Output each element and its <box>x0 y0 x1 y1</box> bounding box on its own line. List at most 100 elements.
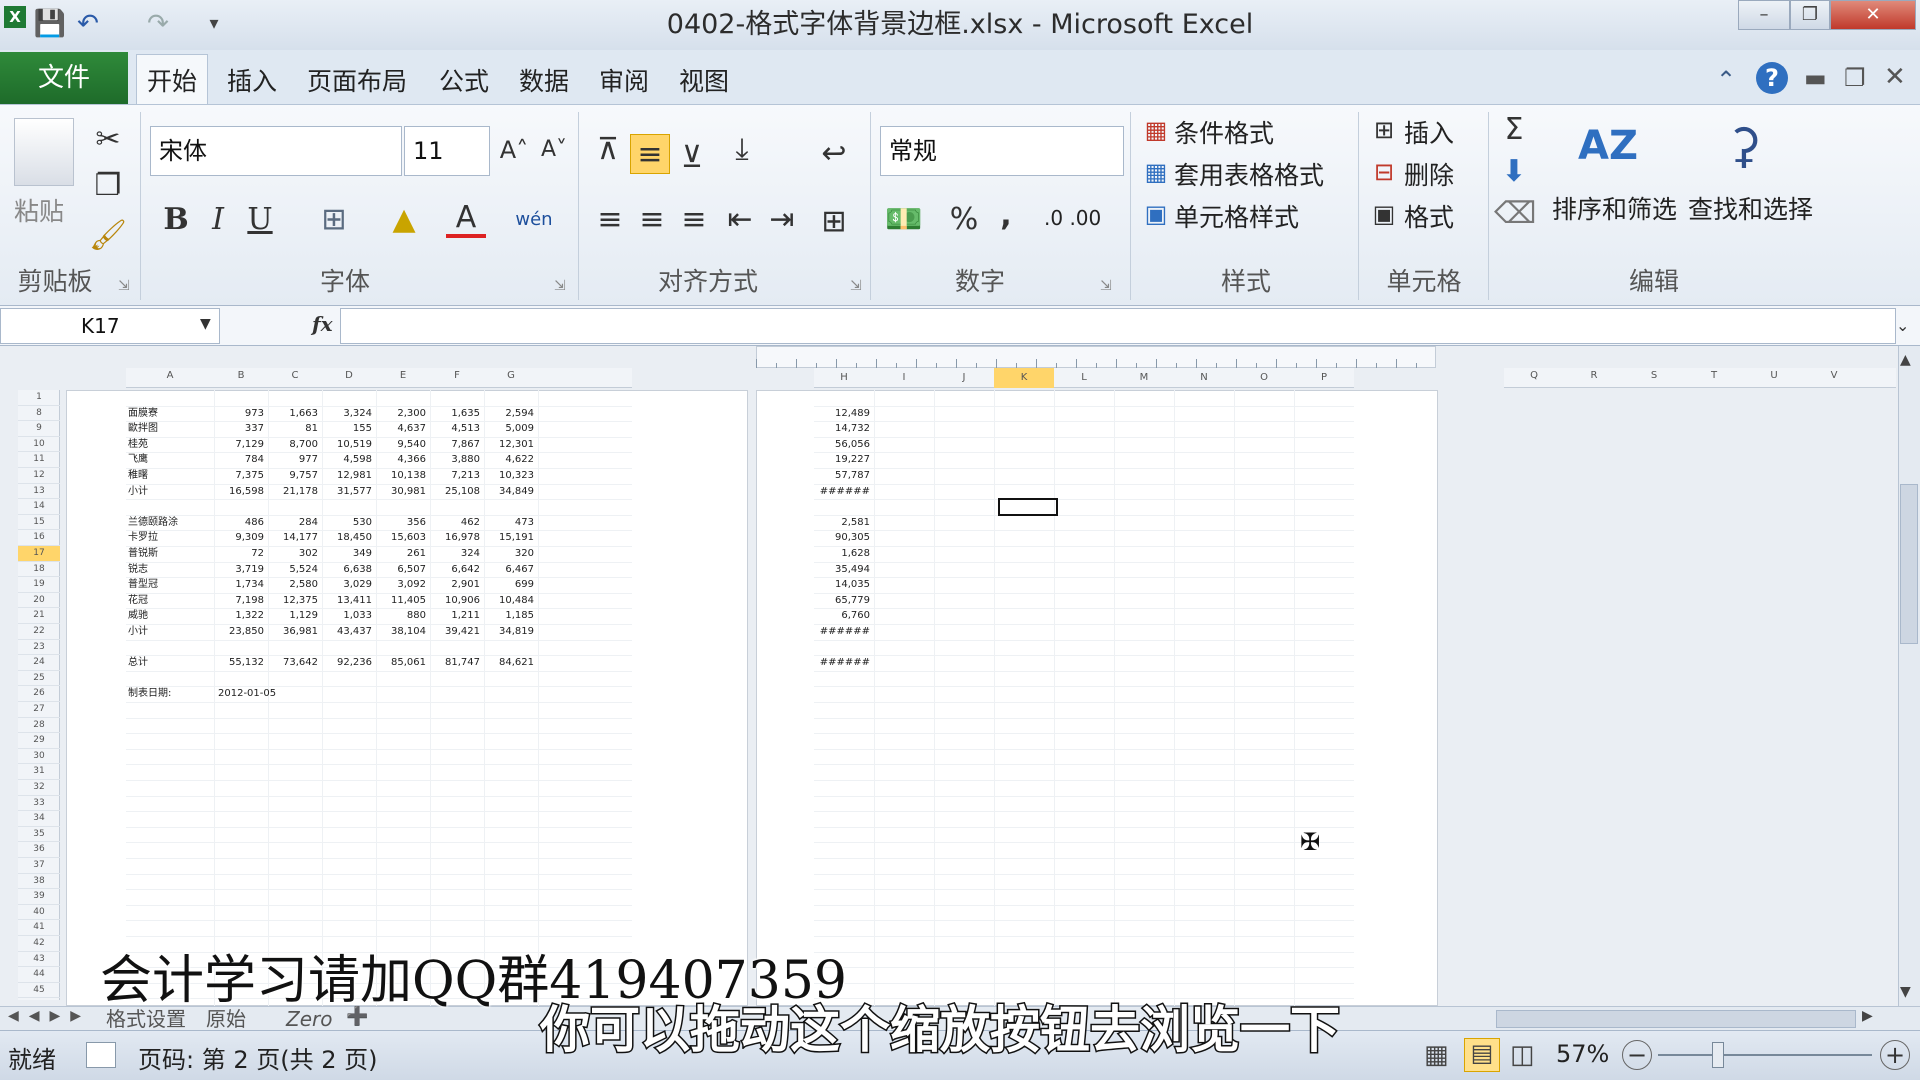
cell-styles-button[interactable]: 单元格样式 <box>1174 198 1299 234</box>
wrap-text-icon[interactable]: ↩ <box>814 134 854 174</box>
cell-value[interactable]: 25,108 <box>430 484 480 500</box>
row-label[interactable]: 总计 <box>128 655 148 671</box>
align-center-icon[interactable]: ≡ <box>632 200 672 240</box>
cell-value-h[interactable]: 57,787 <box>814 468 870 484</box>
formula-input[interactable] <box>340 308 1896 344</box>
restore-button[interactable]: ❐ <box>1790 0 1830 30</box>
cell-value[interactable]: 34,819 <box>484 624 534 640</box>
scroll-right-icon[interactable]: ▶ <box>1862 1008 1873 1024</box>
cell-value[interactable]: 324 <box>430 546 480 562</box>
cell-value[interactable]: 16,598 <box>214 484 264 500</box>
cell-value[interactable]: 6,507 <box>376 562 426 578</box>
tab-home[interactable]: 开始 <box>136 62 208 102</box>
cell-value[interactable]: 3,324 <box>322 406 372 422</box>
tab-insert[interactable]: 插入 <box>220 62 284 102</box>
phonetic-button[interactable]: wén <box>514 200 554 240</box>
cell-value[interactable]: 784 <box>214 452 264 468</box>
cell-value[interactable]: 13,411 <box>322 593 372 609</box>
cell-value[interactable]: 1,033 <box>322 608 372 624</box>
cell-value[interactable]: 473 <box>484 515 534 531</box>
macro-record-icon[interactable] <box>86 1042 116 1068</box>
cell-value[interactable]: 1,211 <box>430 608 480 624</box>
font-launcher-icon[interactable]: ⇲ <box>554 278 566 294</box>
cell-value[interactable]: 880 <box>376 608 426 624</box>
row-number[interactable]: 41 <box>18 920 60 936</box>
cell-value[interactable]: 84,621 <box>484 655 534 671</box>
row-number[interactable]: 18 <box>18 562 60 578</box>
minimize-ribbon-icon[interactable]: ⌃ <box>1716 66 1736 94</box>
row-number[interactable]: 43 <box>18 952 60 968</box>
align-middle-icon[interactable]: ≡ <box>630 134 670 174</box>
cell-value[interactable]: 10,484 <box>484 593 534 609</box>
fill-color-icon[interactable]: ▲ <box>384 200 424 240</box>
cell-value-h[interactable]: 1,628 <box>814 546 870 562</box>
cell-value[interactable]: 7,867 <box>430 437 480 453</box>
cell-value[interactable]: 72 <box>214 546 264 562</box>
cell-value[interactable]: 6,467 <box>484 562 534 578</box>
name-box[interactable]: K17 <box>0 308 220 344</box>
cell-value[interactable]: 4,637 <box>376 421 426 437</box>
cell-value[interactable]: 3,092 <box>376 577 426 593</box>
find-select-button[interactable]: 查找和选择 <box>1688 190 1813 226</box>
cell-value[interactable]: 2,580 <box>268 577 318 593</box>
row-number[interactable]: 40 <box>18 905 60 921</box>
column-header[interactable]: L <box>1054 368 1114 388</box>
cell-value[interactable]: 10,906 <box>430 593 480 609</box>
cell-value[interactable]: 7,129 <box>214 437 264 453</box>
row-number[interactable]: 23 <box>18 640 60 656</box>
column-header[interactable]: B <box>214 370 268 381</box>
cell-value[interactable]: 4,598 <box>322 452 372 468</box>
decimal-buttons[interactable]: .0 .00 <box>1044 206 1101 230</box>
autosum-button[interactable]: Σ <box>1494 110 1534 150</box>
cell-value[interactable]: 4,622 <box>484 452 534 468</box>
zoom-in-icon[interactable]: + <box>1880 1040 1910 1070</box>
increase-indent-icon[interactable]: ⇥ <box>762 200 802 240</box>
cell-value[interactable]: 7,375 <box>214 468 264 484</box>
row-number[interactable]: 20 <box>18 593 60 609</box>
column-header[interactable]: G <box>484 370 538 381</box>
normal-view-icon[interactable]: ▦ <box>1424 1040 1449 1070</box>
cell-value[interactable]: 530 <box>322 515 372 531</box>
row-number[interactable]: 45 <box>18 983 60 999</box>
column-header[interactable]: U <box>1744 370 1804 381</box>
row-number[interactable]: 11 <box>18 452 60 468</box>
cell-value-h[interactable]: 6,760 <box>814 608 870 624</box>
cell-value[interactable]: 8,700 <box>268 437 318 453</box>
row-number[interactable]: 34 <box>18 811 60 827</box>
insert-cells-button[interactable]: 插入 <box>1404 114 1454 150</box>
cell-value[interactable]: 10,519 <box>322 437 372 453</box>
fill-icon[interactable]: ⬇ <box>1494 152 1534 192</box>
row-number[interactable]: 24 <box>18 655 60 671</box>
column-header[interactable]: J <box>934 368 994 388</box>
cell-value[interactable]: 9,540 <box>376 437 426 453</box>
format-as-table-button[interactable]: 套用表格格式 <box>1174 156 1324 192</box>
percent-button[interactable]: % <box>944 200 984 240</box>
help-icon[interactable]: ? <box>1756 62 1788 94</box>
paste-icon[interactable] <box>14 118 74 186</box>
column-header[interactable]: C <box>268 370 322 381</box>
cell-value[interactable]: 486 <box>214 515 264 531</box>
cell-value[interactable]: 85,061 <box>376 655 426 671</box>
row-number[interactable]: 12 <box>18 468 60 484</box>
row-label[interactable]: 小计 <box>128 624 148 640</box>
cell-value[interactable]: 462 <box>430 515 480 531</box>
cell-value[interactable]: 21,178 <box>268 484 318 500</box>
cell-value[interactable]: 14,177 <box>268 530 318 546</box>
column-header[interactable]: I <box>874 368 934 388</box>
cell-value[interactable]: 4,366 <box>376 452 426 468</box>
cell-value[interactable]: 2,594 <box>484 406 534 422</box>
row-number[interactable]: 37 <box>18 858 60 874</box>
orientation-icon[interactable]: ⤓ <box>722 130 762 170</box>
align-bottom-icon[interactable]: ⊻ <box>672 138 712 178</box>
page-break-view-icon[interactable]: ◫ <box>1510 1040 1535 1070</box>
cell-value[interactable]: 39,421 <box>430 624 480 640</box>
column-header[interactable]: D <box>322 370 376 381</box>
format-painter-icon[interactable]: 🖌 <box>88 216 128 256</box>
cell-value[interactable]: 1,734 <box>214 577 264 593</box>
scroll-up-icon[interactable]: ▲ <box>1900 352 1911 368</box>
column-header[interactable]: A <box>126 370 214 381</box>
cell-value[interactable]: 30,981 <box>376 484 426 500</box>
column-header[interactable]: S <box>1624 370 1684 381</box>
zoom-slider-thumb[interactable] <box>1712 1042 1724 1068</box>
cell-value[interactable]: 1,129 <box>268 608 318 624</box>
